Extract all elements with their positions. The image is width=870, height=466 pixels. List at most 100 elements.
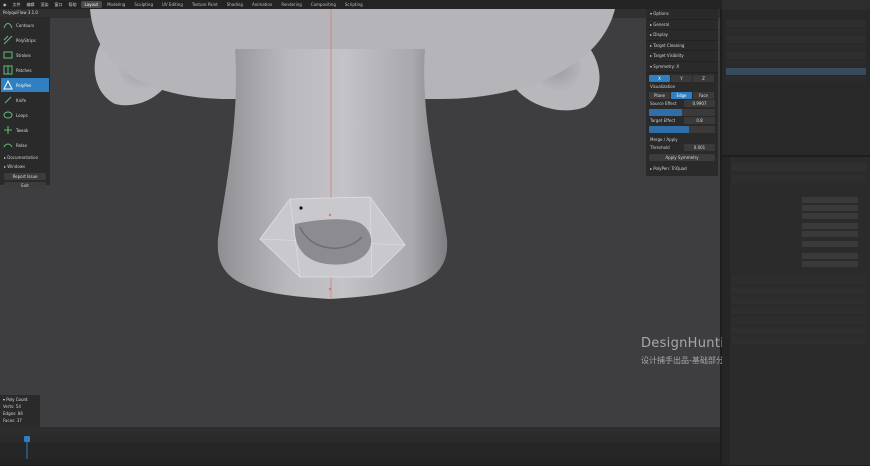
properties-fields: [722, 157, 866, 465]
source-effect-value[interactable]: 0.9907: [684, 100, 715, 108]
polystrips-icon: [3, 35, 13, 45]
target-effect-slider[interactable]: [649, 125, 715, 133]
tool-label: Knife: [16, 97, 27, 103]
axis-x-checkbox[interactable]: X: [649, 74, 670, 82]
threshold-field[interactable]: Threshold 0.001: [646, 144, 718, 152]
tool-contours[interactable]: Contours: [1, 18, 49, 32]
polyquiflow-tool-panel: PolyquiFlow 3.1.0 Contours PolyStrips St…: [0, 9, 50, 189]
properties-panel: [722, 157, 870, 465]
options-panel: ▾ Options ▸ General ▸ Display ▸ Target C…: [646, 9, 718, 176]
threshold-label: Threshold: [650, 145, 670, 151]
tab-compositing[interactable]: Compositing: [307, 1, 340, 8]
tool-label: Loops: [16, 112, 28, 118]
tool-loops[interactable]: Loops: [1, 108, 49, 122]
vis-face-button[interactable]: Face: [693, 91, 714, 99]
target-effect-field[interactable]: Target Effect 0.8: [646, 117, 718, 125]
outliner-panel: [722, 0, 870, 155]
menu-render[interactable]: 渲染: [38, 2, 52, 8]
knife-icon: [3, 95, 13, 105]
axis-z-checkbox[interactable]: Z: [693, 74, 714, 82]
section-label: Target Cleaning: [653, 42, 685, 48]
vis-plane-button[interactable]: Plane: [649, 91, 670, 99]
apply-symmetry-button[interactable]: Apply Symmetry: [649, 153, 715, 161]
tab-shading[interactable]: Shading: [223, 1, 247, 8]
tab-sculpting[interactable]: Sculpting: [130, 1, 157, 8]
windows-label: Windows: [7, 164, 26, 169]
tool-knife[interactable]: Knife: [1, 93, 49, 107]
patches-icon: [3, 65, 13, 75]
tool-strokes[interactable]: Strokes: [1, 48, 49, 62]
vis-edge-button[interactable]: Edge: [671, 91, 692, 99]
tool-relax[interactable]: Relax: [1, 138, 49, 152]
section-label: Display: [653, 32, 669, 38]
loops-icon: [3, 110, 13, 120]
menu-window[interactable]: 窗口: [52, 2, 66, 8]
tool-polystrips[interactable]: PolyStrips: [1, 33, 49, 47]
section-target-cleaning[interactable]: ▸ Target Cleaning: [646, 41, 718, 52]
target-effect-value[interactable]: 0.8: [684, 117, 715, 125]
tool-tweak[interactable]: Tweak: [1, 123, 49, 137]
exit-button[interactable]: Exit: [4, 182, 46, 189]
tool-label: Tweak: [16, 127, 29, 133]
section-options[interactable]: ▾ Options: [646, 9, 718, 20]
polypen-label: PolyPen: TriQuad: [653, 165, 687, 171]
visualization-label: Visualization: [650, 83, 676, 89]
menu-help[interactable]: 帮助: [66, 2, 80, 8]
source-effect-slider[interactable]: [649, 108, 715, 116]
tool-label: PolyPen: [16, 82, 32, 88]
tab-uv-editing[interactable]: UV Editing: [158, 1, 187, 8]
verts-count: Verts: 54: [3, 404, 21, 409]
tool-label: Patches: [16, 67, 32, 73]
timeline-ruler: [0, 427, 720, 465]
tool-polypen[interactable]: PolyPen: [1, 78, 49, 92]
threshold-value[interactable]: 0.001: [684, 144, 715, 152]
tweak-icon: [3, 125, 13, 135]
tool-label: PolyStrips: [16, 37, 36, 43]
outliner-tree: [722, 0, 870, 83]
3d-viewport[interactable]: [0, 9, 720, 427]
polypen-icon: [3, 80, 13, 90]
tool-label: Relax: [16, 142, 27, 148]
tab-texture-paint[interactable]: Texture Paint: [188, 1, 222, 8]
contours-icon: [3, 20, 13, 30]
menu-edit[interactable]: 编辑: [24, 2, 38, 8]
tab-rendering[interactable]: Rendering: [277, 1, 305, 8]
section-label: General: [653, 21, 670, 27]
poly-count-panel: ▾ Poly Count Verts: 54 Edges: 86 Faces: …: [0, 395, 40, 428]
source-effect-field[interactable]: Source Effect 0.9907: [646, 100, 718, 108]
slider-fill: [649, 108, 682, 116]
tab-layout[interactable]: Layout: [80, 1, 103, 8]
documentation-label: Documentation: [7, 155, 39, 160]
report-issue-button[interactable]: Report Issue: [4, 173, 46, 180]
polypen-section[interactable]: ▸ PolyPen: TriQuad: [646, 164, 718, 174]
tab-scripting[interactable]: Scripting: [341, 1, 367, 8]
edges-count: Edges: 86: [3, 411, 23, 416]
windows-toggle[interactable]: ▸ Windows: [0, 162, 50, 171]
documentation-toggle[interactable]: ▸ Documentation: [0, 153, 50, 162]
tool-patches[interactable]: Patches: [1, 63, 49, 77]
slider-fill: [649, 125, 689, 133]
section-label: Target Visibility: [653, 53, 684, 59]
section-target-visibility[interactable]: ▸ Target Visibility: [646, 51, 718, 62]
source-effect-label: Source Effect: [650, 101, 677, 107]
poly-count-title-label: Poly Count: [6, 397, 28, 402]
tool-label: Contours: [16, 22, 35, 28]
symmetry-axes: X Y Z: [649, 74, 715, 82]
section-symmetry[interactable]: ▾ Symmetry: X: [646, 62, 718, 73]
tool-label: Strokes: [16, 52, 31, 58]
watermark-subtitle: 设计捕手出品-基础部分: [641, 356, 724, 365]
timeline[interactable]: [0, 427, 720, 465]
strokes-icon: [3, 50, 13, 60]
section-general[interactable]: ▸ General: [646, 20, 718, 31]
faces-count: Faces: 37: [3, 418, 22, 423]
blender-logo-icon[interactable]: ◉: [0, 2, 10, 7]
panel-title: PolyquiFlow 3.1.0: [0, 9, 50, 17]
tab-modeling[interactable]: Modeling: [103, 1, 129, 8]
poly-count-title: ▾ Poly Count: [3, 397, 28, 402]
section-display[interactable]: ▸ Display: [646, 30, 718, 41]
menu-file[interactable]: 文件: [10, 2, 24, 8]
tab-animation[interactable]: Animation: [248, 1, 276, 8]
target-effect-label: Target Effect: [650, 118, 676, 124]
axis-y-checkbox[interactable]: Y: [671, 74, 692, 82]
section-label: Options: [653, 11, 669, 16]
